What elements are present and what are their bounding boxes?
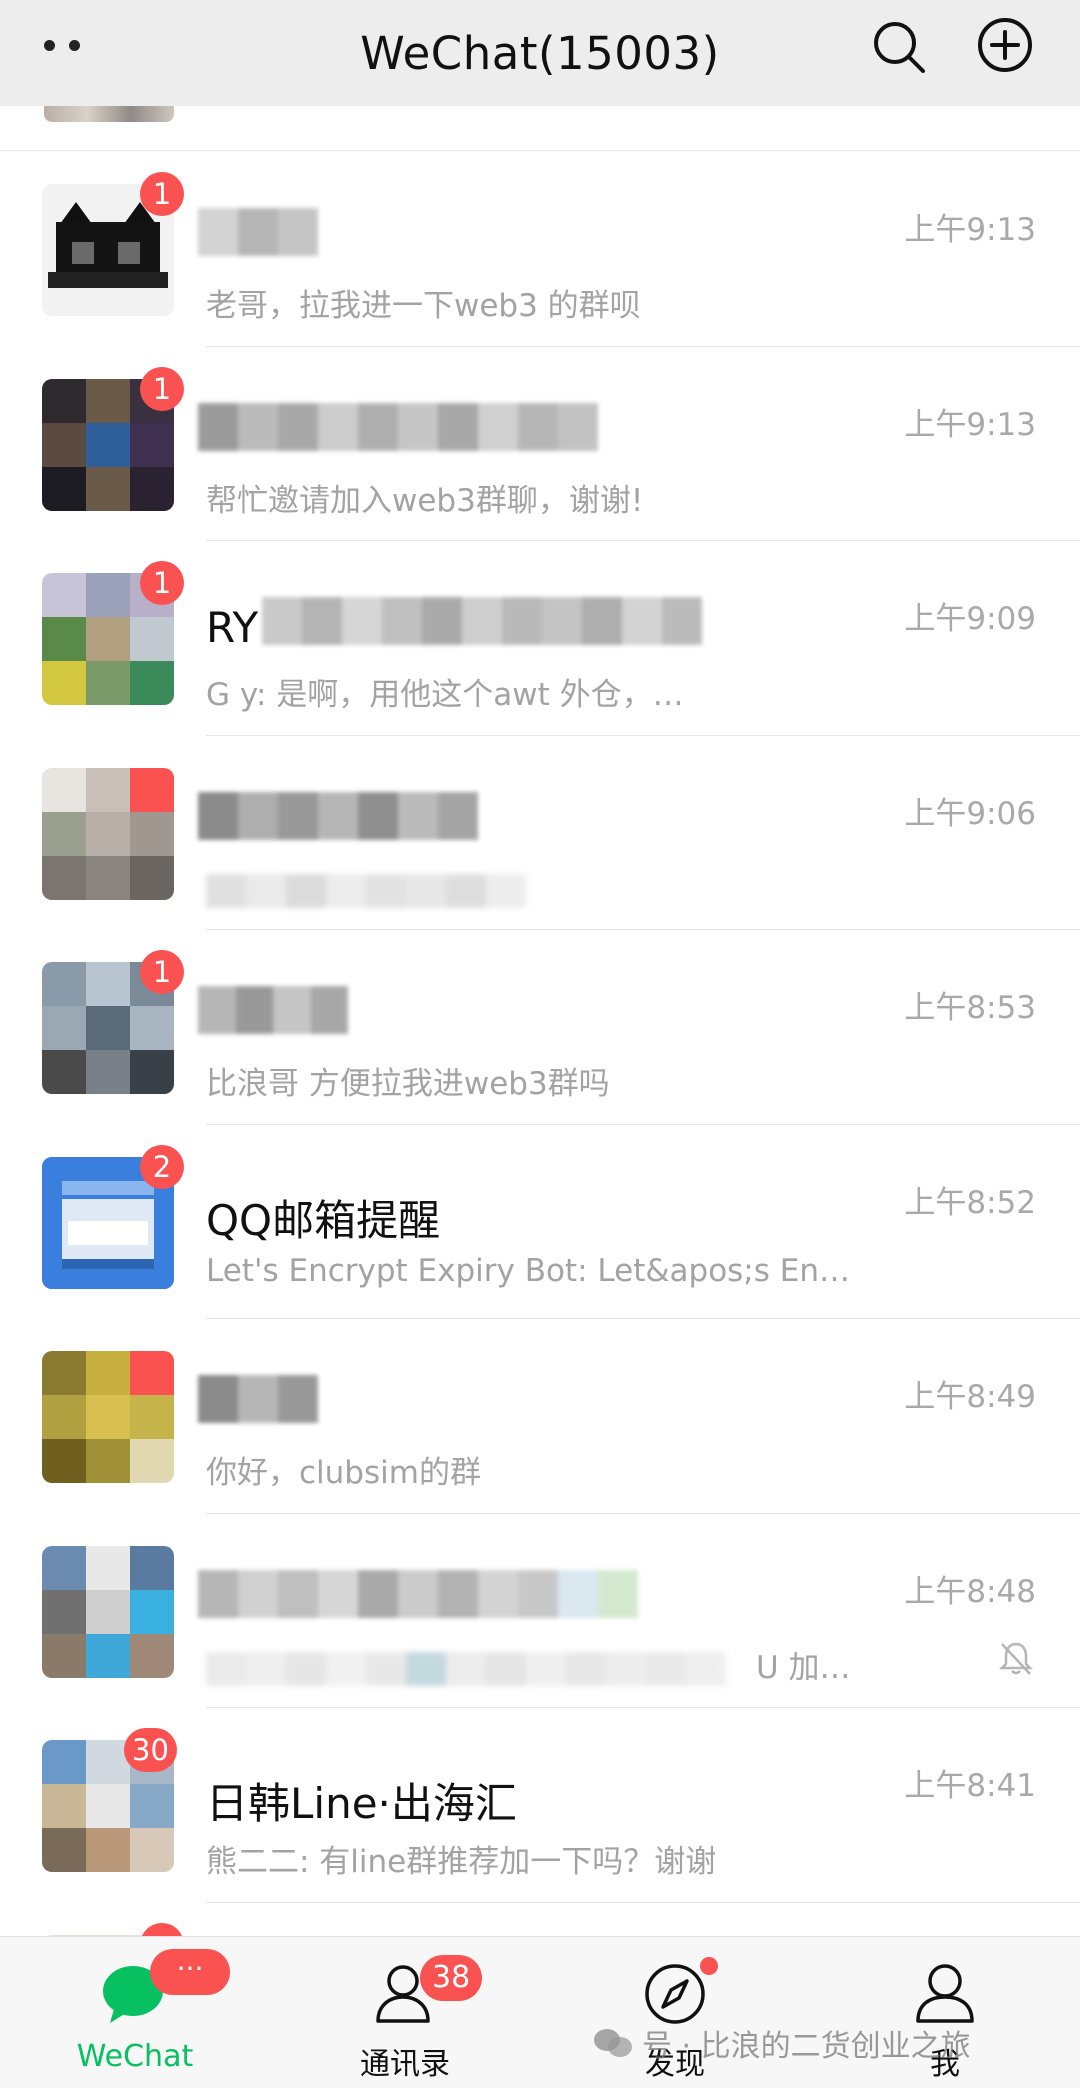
more-icon[interactable] <box>44 30 94 60</box>
chat-row[interactable]: 你好，clubsim的群 上午8:49 <box>0 1319 1080 1514</box>
chat-time: 上午9:06 <box>904 795 1036 832</box>
watermark-text: 号 · 比浪的二货创业之旅 <box>642 2029 971 2064</box>
chat-row[interactable]: 1 RY G y: 是啊，用他这个awt 外仓，… 上午9:09 <box>0 541 1080 736</box>
watermark: 号 · 比浪的二货创业之旅 <box>592 2021 971 2065</box>
avatar <box>42 1351 174 1483</box>
avatar <box>42 1545 174 1678</box>
unread-badge: 1 <box>140 366 184 411</box>
wechat-logo-icon <box>594 2029 632 2057</box>
chat-time: 上午9:13 <box>904 212 1036 248</box>
chat-row[interactable]: 1 老哥，拉我进一下web3 的群呗 上午9:13 <box>0 152 1080 347</box>
chat-time: 上午8:41 <box>904 1768 1036 1804</box>
chat-row[interactable]: 1 帮忙邀请加入web3群聊，谢谢! 上午9:13 <box>0 347 1080 541</box>
unread-badge: 1 <box>140 172 184 216</box>
chat-time: 上午9:09 <box>904 601 1036 637</box>
bottom-tab-bar: ··· WeChat 38 通讯录 发现 我 号 · 比浪的二货创业之旅 <box>0 1936 1080 2088</box>
chat-row-partial[interactable] <box>0 106 1080 151</box>
chat-last-message: 熊二二: 有line群推荐加一下吗？谢谢 <box>206 1844 717 1880</box>
chat-last-message: 帮忙邀请加入web3群聊，谢谢! <box>206 482 644 519</box>
top-bar: WeChat(15003) <box>0 0 1080 106</box>
tab-discover[interactable]: 发现 <box>540 1937 810 2088</box>
unread-badge <box>140 1922 184 1936</box>
tab-wechat[interactable]: ··· WeChat <box>0 1937 270 2088</box>
chat-row[interactable]: 30 日韩Line·出海汇 熊二二: 有line群推荐加一下吗？谢谢 上午8:4… <box>0 1708 1080 1903</box>
chat-name-redacted <box>198 1375 338 1423</box>
add-icon[interactable] <box>974 14 1036 76</box>
chat-time: 上午8:52 <box>904 1184 1036 1221</box>
search-icon[interactable] <box>868 16 930 78</box>
unread-badge: 30 <box>124 1728 177 1772</box>
tab-badge: ··· <box>150 1949 230 1995</box>
avatar <box>42 767 174 900</box>
chat-name: QQ邮箱提醒 <box>206 1195 441 1245</box>
chat-name-redacted <box>198 402 598 451</box>
chat-name: 日韩Line·出海汇 <box>206 1779 517 1828</box>
compass-icon <box>645 1964 705 2024</box>
chat-name-redacted <box>198 208 328 256</box>
chat-row[interactable]: 1 比浪哥 方便拉我进web3群吗 上午8:53 <box>0 930 1080 1125</box>
mute-bell-icon <box>998 1642 1034 1675</box>
chat-last-message: 你好，clubsim的群 <box>206 1455 481 1491</box>
chat-name-redacted <box>198 791 488 840</box>
unread-badge: 1 <box>140 950 184 994</box>
chat-row[interactable]: U 加… 上午8:48 <box>0 1514 1080 1708</box>
tab-label: WeChat <box>76 2039 194 2074</box>
chat-time: 上午8:48 <box>904 1573 1036 1610</box>
chat-name: RY <box>206 603 259 652</box>
chat-last-message: Let's Encrypt Expiry Bot: Let&apos;s En… <box>206 1252 850 1289</box>
unread-badge: 2 <box>140 1144 184 1189</box>
tab-me[interactable]: 我 <box>810 1937 1080 2088</box>
chat-last-message: 老哥，拉我进一下web3 的群呗 <box>206 288 641 324</box>
chat-row[interactable]: 2 QQ邮箱提醒 Let's Encrypt Expiry Bot: Let&a… <box>0 1125 1080 1319</box>
page-title: WeChat(15003) <box>360 26 720 80</box>
avatar <box>44 106 174 122</box>
tab-contacts[interactable]: 38 通讯录 <box>270 1937 540 2088</box>
chat-list[interactable]: 1 老哥，拉我进一下web3 的群呗 上午9:13 1 帮忙邀请加入web3群聊… <box>0 106 1080 1936</box>
chat-time: 上午8:49 <box>904 1379 1036 1415</box>
tab-label: 通讯录 <box>360 2047 450 2082</box>
unread-badge: 1 <box>140 561 184 605</box>
chat-name-redacted <box>198 1569 658 1618</box>
new-dot <box>700 1957 718 1975</box>
chat-last-message: U 加… <box>756 1649 851 1686</box>
chat-row-partial[interactable] <box>0 1903 1080 1936</box>
tab-badge: 38 <box>420 1955 483 2001</box>
chat-last-message: G y: 是啊，用他这个awt 外仓，… <box>206 677 684 713</box>
chat-time: 上午9:13 <box>904 406 1036 443</box>
chat-message-redacted <box>206 1651 726 1686</box>
chat-row[interactable]: 上午9:06 <box>0 736 1080 930</box>
chat-message-redacted <box>206 873 526 908</box>
chat-time: 上午8:53 <box>904 990 1036 1026</box>
chat-name-redacted <box>262 597 722 645</box>
person-icon <box>916 1964 974 2023</box>
chat-name-redacted <box>198 986 348 1034</box>
chat-last-message: 比浪哥 方便拉我进web3群吗 <box>206 1066 610 1102</box>
